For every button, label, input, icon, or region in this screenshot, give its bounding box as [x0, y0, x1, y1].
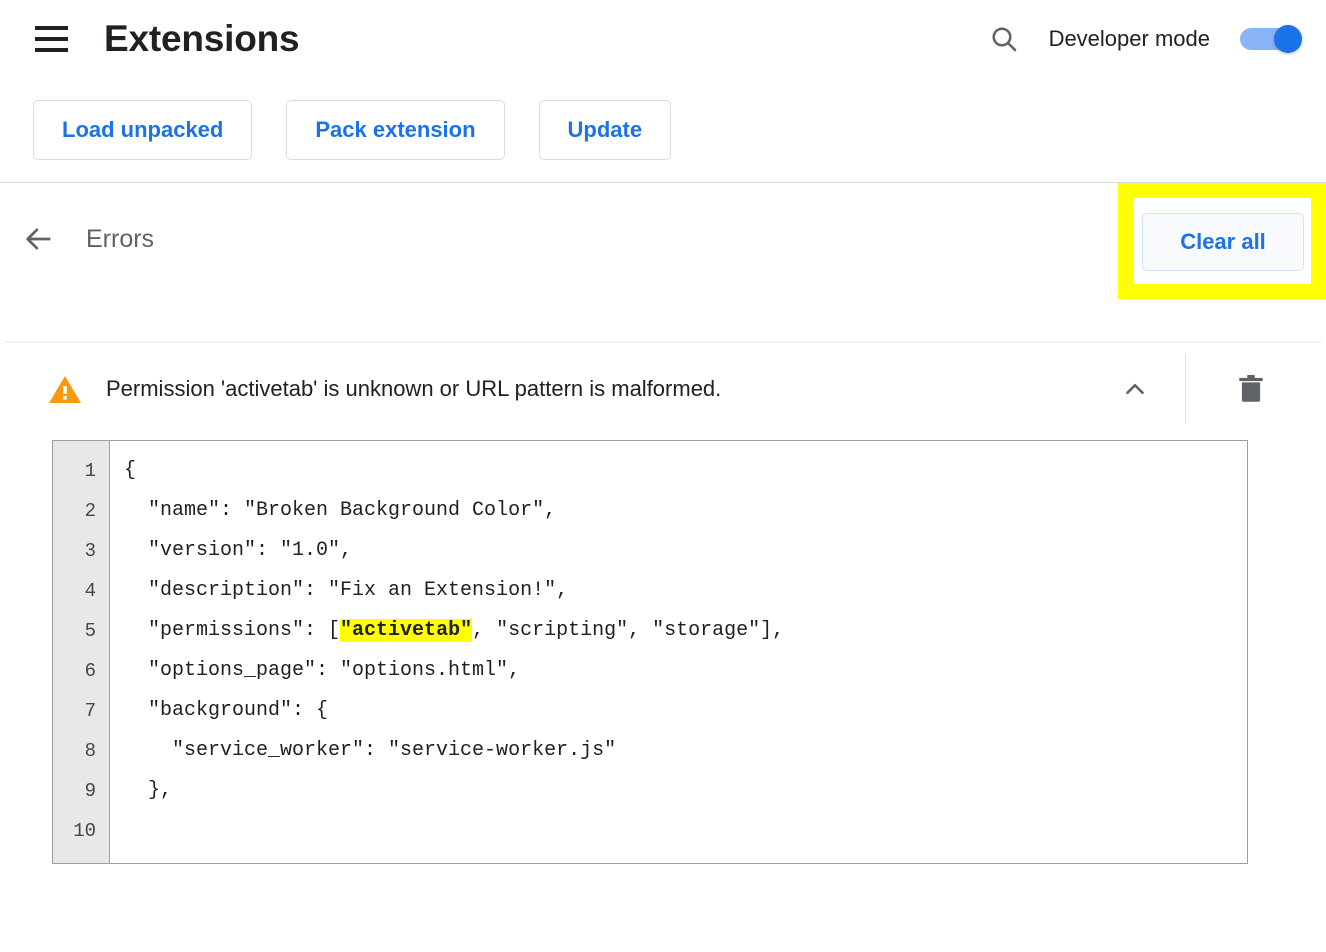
code-line: "name": "Broken Background Color", — [124, 499, 557, 522]
code-line: "description": "Fix an Extension!", — [124, 579, 569, 602]
highlighted-permission: "activetab" — [340, 619, 473, 642]
code-line: "background": { — [124, 699, 329, 722]
hamburger-bar — [34, 26, 68, 30]
warning-triangle-icon — [48, 372, 82, 406]
line-number: 7 — [84, 700, 96, 722]
clear-all-button[interactable]: Clear all — [1142, 213, 1304, 271]
line-number: 8 — [84, 740, 96, 762]
line-number: 2 — [84, 500, 96, 522]
code-line: { — [124, 459, 137, 482]
update-button[interactable]: Update — [538, 100, 672, 160]
code-line: "options_page": "options.html", — [124, 659, 521, 682]
error-actions-divider — [1185, 354, 1186, 424]
developer-mode-toggle[interactable] — [1240, 25, 1302, 53]
hamburger-menu-icon[interactable] — [28, 16, 74, 62]
toggle-thumb — [1274, 25, 1302, 53]
trash-icon[interactable] — [1214, 365, 1288, 413]
page-title: Extensions — [104, 18, 300, 59]
code-line-permissions: "permissions": ["activetab", "scripting"… — [124, 619, 785, 642]
error-item: Permission 'activetab' is unknown or URL… — [0, 343, 1326, 864]
extension-actions-bar: Load unpacked Pack extension Update — [0, 78, 1326, 182]
code-content: { "name": "Broken Background Color", "ve… — [110, 441, 1247, 863]
line-number: 6 — [84, 660, 96, 682]
pack-extension-button[interactable]: Pack extension — [286, 100, 505, 160]
code-line: "service_worker": "service-worker.js" — [124, 739, 617, 762]
errors-header: Errors Clear all — [0, 183, 1326, 341]
chevron-up-icon[interactable] — [1111, 365, 1159, 413]
code-line-numbers: 1 2 3 4 5 6 7 8 9 10 — [53, 441, 110, 863]
developer-mode-label: Developer mode — [1048, 26, 1210, 51]
line-number: 4 — [84, 580, 96, 602]
line-number: 3 — [84, 540, 96, 562]
load-unpacked-button[interactable]: Load unpacked — [33, 100, 253, 160]
hamburger-bar — [34, 37, 68, 41]
search-icon[interactable] — [981, 16, 1027, 62]
top-toolbar: Extensions Developer mode — [0, 0, 1326, 78]
line-number: 10 — [73, 820, 96, 842]
line-number: 1 — [84, 460, 96, 482]
line-number: 9 — [84, 780, 96, 802]
code-line: }, — [124, 779, 173, 802]
hamburger-bar — [34, 48, 68, 52]
back-arrow-icon[interactable] — [16, 216, 62, 262]
errors-page-title: Errors — [86, 225, 155, 253]
code-line: "version": "1.0", — [124, 539, 353, 562]
error-message: Permission 'activetab' is unknown or URL… — [106, 376, 722, 401]
toolbar-right-group: Developer mode — [981, 0, 1302, 78]
error-summary-row[interactable]: Permission 'activetab' is unknown or URL… — [0, 343, 1326, 435]
line-number: 5 — [84, 620, 96, 642]
manifest-code-block: 1 2 3 4 5 6 7 8 9 10 { "name": "Broken B… — [52, 440, 1248, 864]
